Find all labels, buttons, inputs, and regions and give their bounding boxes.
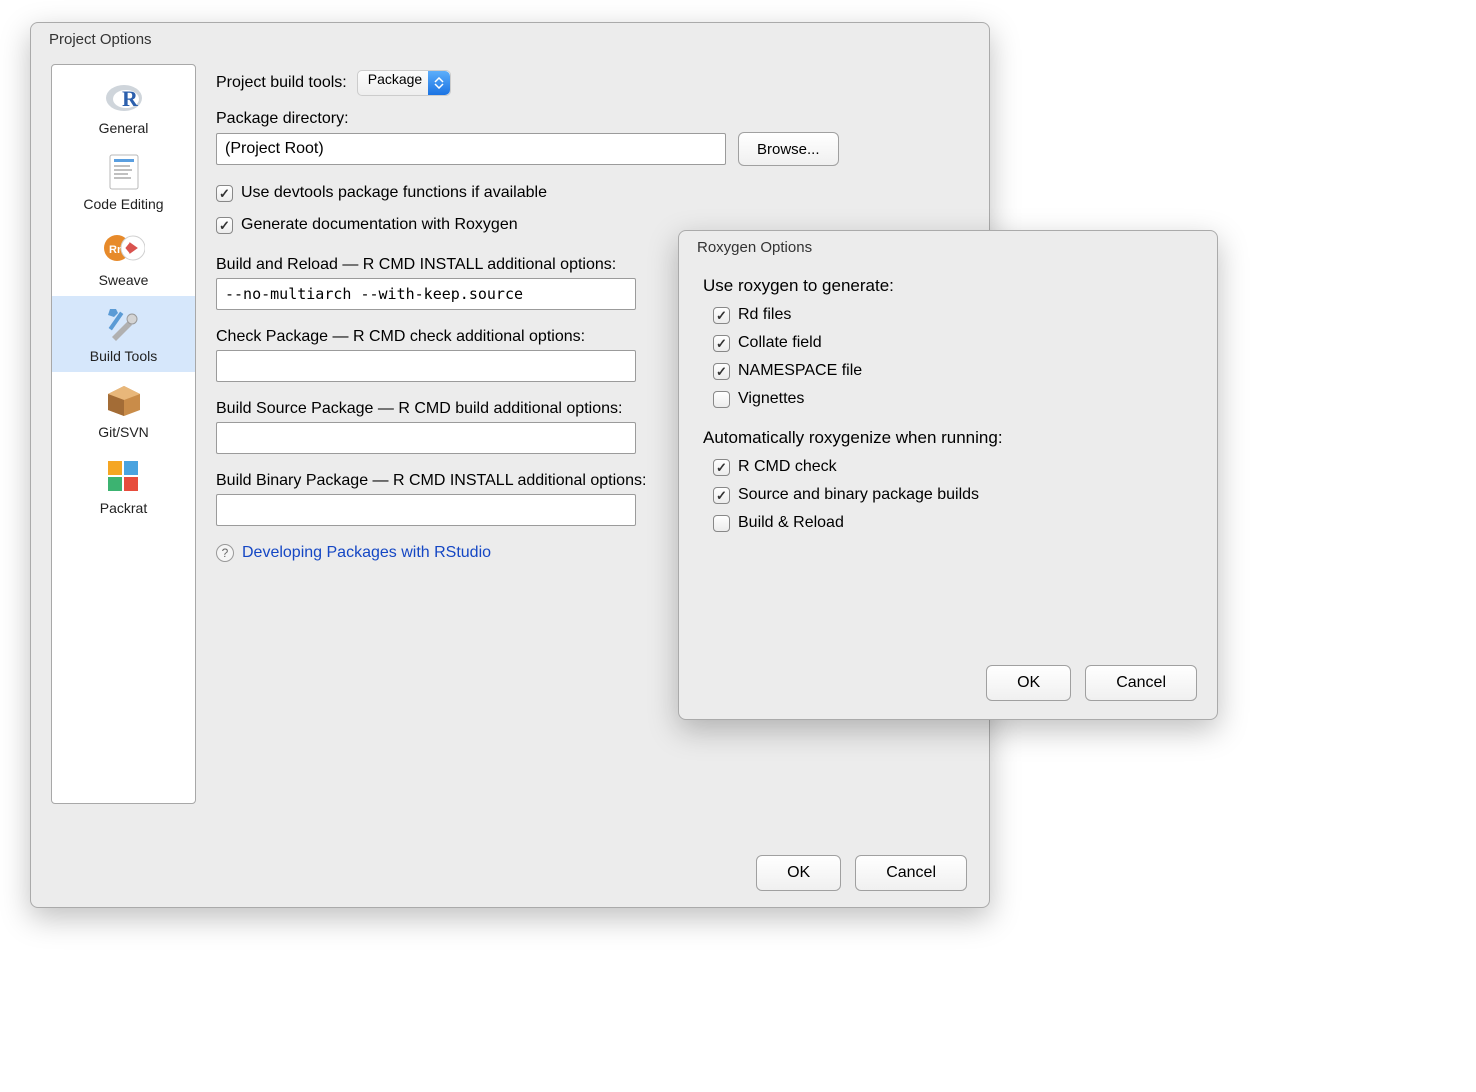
package-dir-input[interactable] [216,133,726,165]
vignettes-label: Vignettes [738,390,804,408]
roxygen-options-dialog: Roxygen Options Use roxygen to generate:… [678,230,1218,720]
sidebar-label: General [52,120,195,136]
rcmdcheck-label: R CMD check [738,458,837,476]
packrat-icon [102,456,146,496]
build-source-input[interactable] [216,422,636,454]
gen-docs-label: Generate documentation with Roxygen [241,216,518,234]
sidebar-item-git-svn[interactable]: Git/SVN [52,372,195,448]
gen-docs-checkbox[interactable] [216,217,233,234]
use-devtools-checkbox[interactable] [216,185,233,202]
ok-button[interactable]: OK [756,855,841,891]
namespace-label: NAMESPACE file [738,362,862,380]
roxy-auto-label: Automatically roxygenize when running: [703,428,1193,448]
sidebar-label: Packrat [52,500,195,516]
roxy-generate-label: Use roxygen to generate: [703,276,1193,296]
cancel-button[interactable]: Cancel [855,855,967,891]
collate-label: Collate field [738,334,822,352]
browse-button[interactable]: Browse... [738,132,839,166]
build-tools-select[interactable]: Package [357,70,451,96]
namespace-checkbox[interactable] [713,363,730,380]
roxy-dialog-title: Roxygen Options [679,231,1217,262]
sidebar-item-packrat[interactable]: Packrat [52,448,195,524]
build-tools-value: Package [368,71,422,87]
sidebar-label: Sweave [52,272,195,288]
collate-checkbox[interactable] [713,335,730,352]
sidebar-item-code-editing[interactable]: Code Editing [52,144,195,220]
build-reload-input[interactable] [216,278,636,310]
package-dir-label: Package directory: [216,110,969,128]
sidebar: R General Code Editing Rnw Sweave [51,64,196,804]
sidebar-item-sweave[interactable]: Rnw Sweave [52,220,195,296]
vignettes-checkbox[interactable] [713,391,730,408]
sidebar-item-build-tools[interactable]: Build Tools [52,296,195,372]
tools-icon [102,304,146,344]
sweave-icon: Rnw [102,228,146,268]
roxy-ok-button[interactable]: OK [986,665,1071,701]
buildreload-label: Build & Reload [738,514,844,532]
sidebar-item-general[interactable]: R General [52,68,195,144]
dialog-title: Project Options [31,23,989,54]
help-link[interactable]: Developing Packages with RStudio [242,544,491,562]
sidebar-label: Build Tools [52,348,195,364]
source-binary-label: Source and binary package builds [738,486,979,504]
sidebar-label: Code Editing [52,196,195,212]
select-arrows-icon [428,71,450,95]
sidebar-label: Git/SVN [52,424,195,440]
rd-files-checkbox[interactable] [713,307,730,324]
box-icon [102,380,146,420]
build-tools-label: Project build tools: [216,74,347,92]
r-logo-icon: R [102,76,146,116]
roxy-cancel-button[interactable]: Cancel [1085,665,1197,701]
svg-text:R: R [122,86,139,111]
use-devtools-label: Use devtools package functions if availa… [241,184,547,202]
buildreload-checkbox[interactable] [713,515,730,532]
check-input[interactable] [216,350,636,382]
rcmdcheck-checkbox[interactable] [713,459,730,476]
help-icon: ? [216,544,234,562]
document-icon [102,152,146,192]
source-binary-checkbox[interactable] [713,487,730,504]
build-binary-input[interactable] [216,494,636,526]
rd-files-label: Rd files [738,306,791,324]
